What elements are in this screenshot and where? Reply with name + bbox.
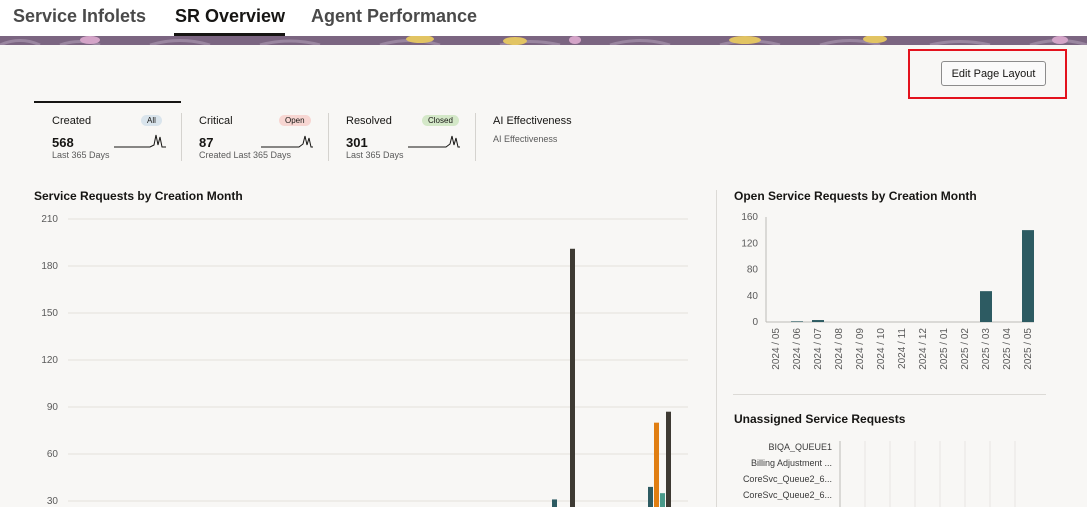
infolet-critical[interactable]: Critical Open 87 Created Last 365 Days bbox=[199, 102, 314, 164]
category-label: CoreSvc_Queue2_6... bbox=[742, 474, 832, 484]
y-tick-label: 40 bbox=[747, 291, 759, 302]
sparkline bbox=[408, 135, 460, 148]
infolet-title: Critical bbox=[199, 115, 233, 127]
category-label: BIQA_QUEUE1 bbox=[768, 442, 832, 452]
x-tick-label: 2025 / 03 bbox=[981, 328, 992, 370]
tab-sr-overview[interactable]: SR Overview bbox=[175, 6, 285, 27]
category-label: Billing Adjustment ... bbox=[750, 458, 832, 468]
infolet-value: 301 bbox=[346, 135, 368, 150]
edit-page-layout-button[interactable]: Edit Page Layout bbox=[941, 61, 1046, 86]
y-tick-label: 0 bbox=[752, 317, 758, 328]
panel-divider bbox=[716, 190, 717, 507]
status-badge: Open bbox=[279, 115, 311, 126]
tab-service-infolets[interactable]: Service Infolets bbox=[13, 6, 146, 27]
infolet-value: 87 bbox=[199, 135, 214, 150]
y-tick-label: 160 bbox=[741, 212, 758, 223]
decorative-banner bbox=[0, 36, 1087, 45]
infolet-value: 568 bbox=[52, 135, 74, 150]
infolet-ai-effectiveness[interactable]: AI Effectiveness AI Effectiveness bbox=[493, 102, 608, 164]
infolet-resolved[interactable]: Resolved Closed 301 Last 365 Days bbox=[346, 102, 461, 164]
y-tick-label: 120 bbox=[741, 238, 758, 249]
chart-bar bbox=[570, 248, 575, 507]
infolet-title: Created bbox=[52, 115, 92, 127]
infolet-created[interactable]: Created All 568 Last 365 Days bbox=[52, 102, 167, 164]
sparkline bbox=[261, 135, 313, 148]
y-tick-label: 60 bbox=[47, 449, 59, 460]
divider bbox=[181, 113, 182, 161]
y-tick-label: 180 bbox=[41, 261, 58, 272]
tab-bar: Service Infolets SR Overview Agent Perfo… bbox=[0, 0, 1087, 37]
chart-title-open-by-month: Open Service Requests by Creation Month bbox=[734, 189, 977, 203]
chart-unassigned-grid bbox=[839, 441, 1016, 507]
infolet-subtitle: AI Effectiveness bbox=[493, 134, 558, 144]
y-tick-label: 90 bbox=[47, 402, 59, 413]
x-tick-label: 2024 / 10 bbox=[876, 328, 887, 370]
x-tick-label: 2025 / 05 bbox=[1023, 328, 1034, 370]
y-tick-label: 80 bbox=[747, 265, 759, 276]
chart-bar bbox=[654, 422, 659, 507]
infolet-subtitle: Last 365 Days bbox=[52, 150, 110, 160]
chart-bar bbox=[812, 320, 824, 322]
x-tick-label: 2024 / 08 bbox=[834, 328, 845, 370]
x-tick-label: 2024 / 09 bbox=[855, 328, 866, 370]
status-badge: Closed bbox=[422, 115, 459, 126]
y-tick-label: 150 bbox=[41, 308, 58, 319]
x-tick-label: 2025 / 02 bbox=[960, 328, 971, 370]
chart-bar bbox=[791, 321, 803, 322]
x-tick-label: 2025 / 01 bbox=[939, 328, 950, 370]
x-tick-label: 2024 / 06 bbox=[792, 328, 803, 370]
infolet-subtitle: Last 365 Days bbox=[346, 150, 404, 160]
panel-divider bbox=[733, 394, 1046, 395]
category-label: CoreSvc_Queue2_6... bbox=[742, 490, 832, 500]
divider bbox=[475, 113, 476, 161]
infolet-title: AI Effectiveness bbox=[493, 115, 572, 127]
y-tick-label: 120 bbox=[41, 355, 58, 366]
chart-bar bbox=[552, 499, 557, 507]
x-tick-label: 2025 / 04 bbox=[1002, 328, 1013, 370]
chart-title-unassigned: Unassigned Service Requests bbox=[734, 412, 906, 426]
y-tick-label: 30 bbox=[47, 496, 59, 507]
x-tick-label: 2024 / 12 bbox=[918, 328, 929, 370]
y-tick-label: 210 bbox=[41, 214, 58, 225]
chart-bar bbox=[648, 486, 653, 507]
infolet-subtitle: Created Last 365 Days bbox=[199, 150, 292, 160]
chart-bar bbox=[980, 291, 992, 322]
chart-open-service-requests: 160 120 80 40 0 2024 / 05 2024 / 06 2024 / 07 20… bbox=[741, 212, 1034, 370]
chart-bar bbox=[660, 493, 665, 507]
divider bbox=[328, 113, 329, 161]
chart-title-by-month: Service Requests by Creation Month bbox=[34, 189, 243, 203]
x-tick-label: 2024 / 11 bbox=[897, 328, 908, 369]
x-tick-label: 2024 / 05 bbox=[771, 328, 782, 370]
x-tick-label: 2024 / 07 bbox=[813, 328, 824, 370]
chart-bar bbox=[666, 411, 671, 507]
sparkline bbox=[114, 134, 166, 148]
chart-service-requests-by-month: 210 180 150 120 90 60 30 bbox=[41, 214, 688, 507]
chart-bar bbox=[1022, 230, 1034, 322]
infolet-title: Resolved bbox=[346, 115, 392, 127]
status-badge: All bbox=[141, 115, 162, 126]
tab-agent-performance[interactable]: Agent Performance bbox=[311, 6, 477, 27]
